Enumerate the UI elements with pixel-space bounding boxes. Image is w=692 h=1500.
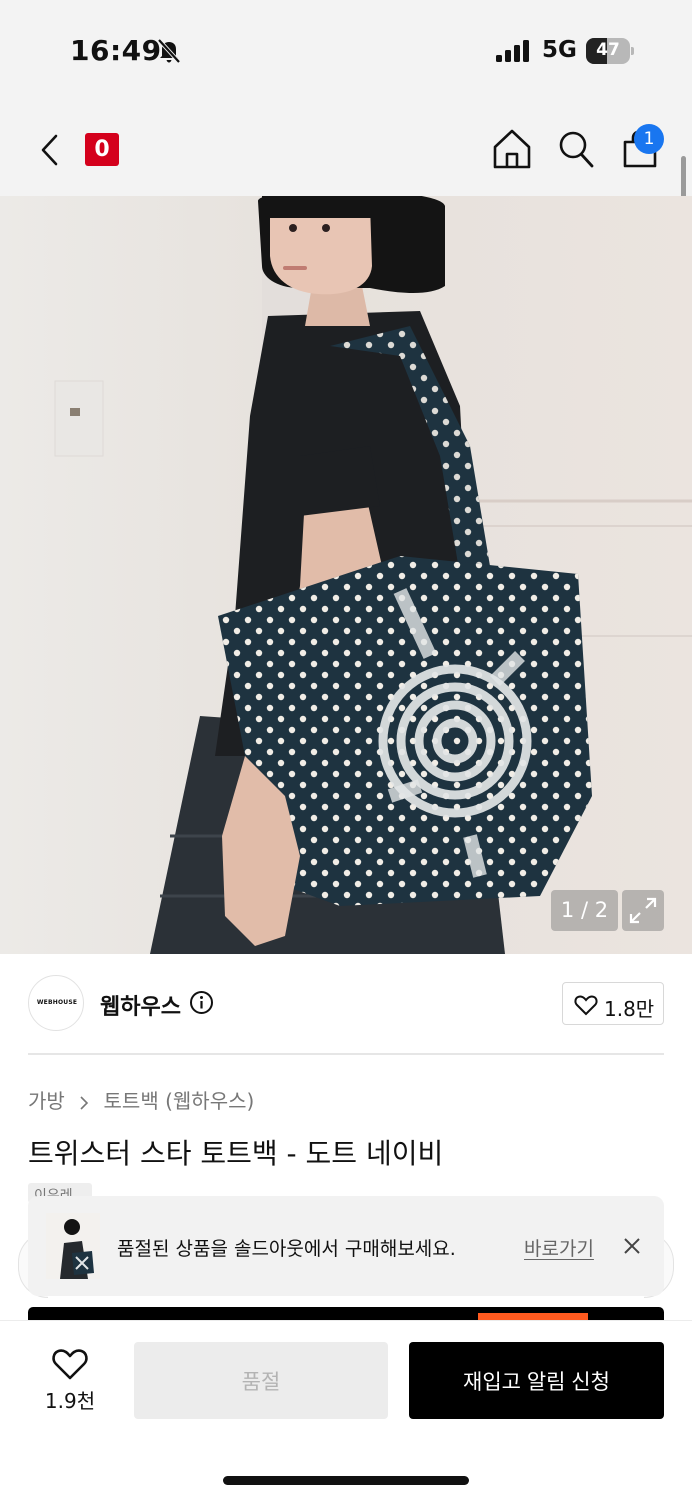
status-bar: 16:49 5G 47 [0, 0, 692, 100]
brand-row: WEBHOUSE 웹하우스 1.8만 [28, 975, 664, 1035]
soldout-button[interactable]: 품절 [134, 1342, 388, 1419]
top-nav: 0 [0, 100, 692, 196]
brand-logo[interactable]: WEBHOUSE [28, 975, 84, 1031]
brand-like-button[interactable]: 1.8만 [562, 982, 664, 1025]
expand-icon [629, 897, 657, 924]
store-logo-text: 0 [94, 137, 110, 162]
restock-alert-button[interactable]: 재입고 알림 신청 [409, 1342, 664, 1419]
home-indicator[interactable] [223, 1476, 469, 1485]
breadcrumb: 가방 토트백 (웹하우스) [28, 1085, 254, 1114]
status-time: 16:49 [70, 34, 162, 67]
soldout-toast: 품절된 상품을 솔드아웃에서 구매해보세요. 바로가기 [28, 1196, 664, 1296]
cart-count-badge: 1 [634, 124, 664, 154]
signal-icon [496, 40, 529, 62]
network-label: 5G [542, 37, 577, 63]
divider [28, 1053, 664, 1055]
like-count: 1.9천 [44, 1389, 96, 1413]
heart-icon [574, 995, 598, 1016]
expand-button[interactable] [622, 890, 664, 931]
info-icon[interactable] [189, 990, 214, 1015]
brand-name[interactable]: 웹하우스 [100, 989, 181, 1021]
battery-level: 47 [596, 40, 620, 60]
battery-icon: 47 [586, 38, 634, 64]
brand-like-count: 1.8만 [604, 997, 655, 1021]
home-icon[interactable] [491, 127, 533, 171]
search-icon[interactable] [556, 128, 596, 170]
back-arrow-icon[interactable] [34, 130, 66, 170]
promo-banner[interactable] [28, 1307, 664, 1321]
heart-icon[interactable] [51, 1347, 89, 1381]
product-photo [0, 196, 692, 954]
toast-link[interactable]: 바로가기 [524, 1234, 594, 1261]
bottom-action-bar: 1.9천 품절 재입고 알림 신청 [0, 1320, 692, 1500]
chevron-right-icon [80, 1095, 89, 1110]
store-logo[interactable]: 0 [85, 133, 119, 166]
image-counter: 1 / 2 [551, 890, 618, 931]
toast-thumbnail [46, 1213, 100, 1279]
product-title: 트위스터 스타 토트백 - 도트 네이비 [28, 1137, 444, 1170]
toast-message: 품절된 상품을 솔드아웃에서 구매해보세요. [117, 1238, 456, 1260]
bell-off-icon [157, 38, 181, 64]
breadcrumb-subcategory[interactable]: 토트백 (웹하우스) [104, 1089, 255, 1113]
brand-logo-text: WEBHOUSE [36, 999, 78, 1006]
close-icon[interactable] [622, 1236, 642, 1256]
breadcrumb-category[interactable]: 가방 [28, 1089, 65, 1113]
product-image[interactable] [0, 196, 692, 954]
